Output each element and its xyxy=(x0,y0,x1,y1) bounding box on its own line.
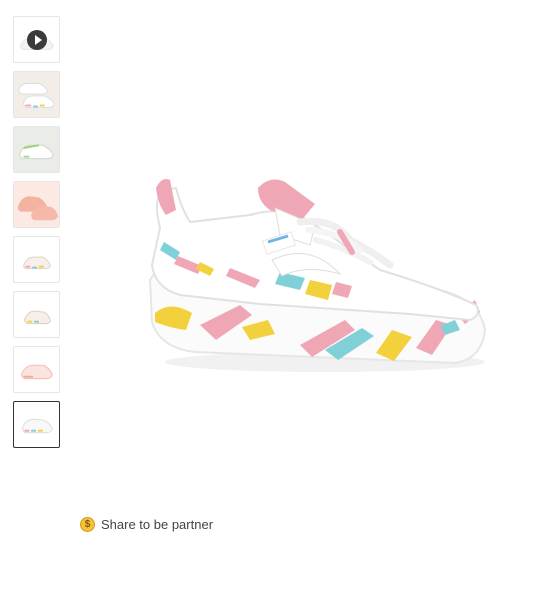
play-icon xyxy=(26,29,47,50)
thumbnail-8[interactable] xyxy=(13,401,60,448)
pink-sneaker-image xyxy=(14,182,59,227)
thumbnail-gallery xyxy=(13,16,62,456)
sneaker-side-image xyxy=(23,256,51,270)
main-product-image[interactable] xyxy=(140,170,490,380)
share-to-be-partner-link[interactable]: $ Share to be partner xyxy=(80,515,213,533)
thumbnail-3[interactable] xyxy=(13,126,60,173)
sneaker-pair-image xyxy=(14,72,59,117)
top-strip xyxy=(0,0,559,8)
share-label: Share to be partner xyxy=(101,516,214,532)
thumbnail-7[interactable] xyxy=(13,346,60,393)
thumbnail-4[interactable] xyxy=(13,181,60,228)
sneaker-floor-image xyxy=(14,127,59,172)
thumbnail-6[interactable] xyxy=(13,291,60,338)
thumbnail-2[interactable] xyxy=(13,71,60,118)
thumbnail-5[interactable] xyxy=(13,236,60,283)
sneaker-pink-trim-image xyxy=(21,364,53,380)
coin-icon: $ xyxy=(80,516,95,532)
sneaker-angle-image xyxy=(24,310,51,325)
sneaker-selected-image xyxy=(22,418,53,434)
video-thumbnail[interactable] xyxy=(13,16,60,63)
